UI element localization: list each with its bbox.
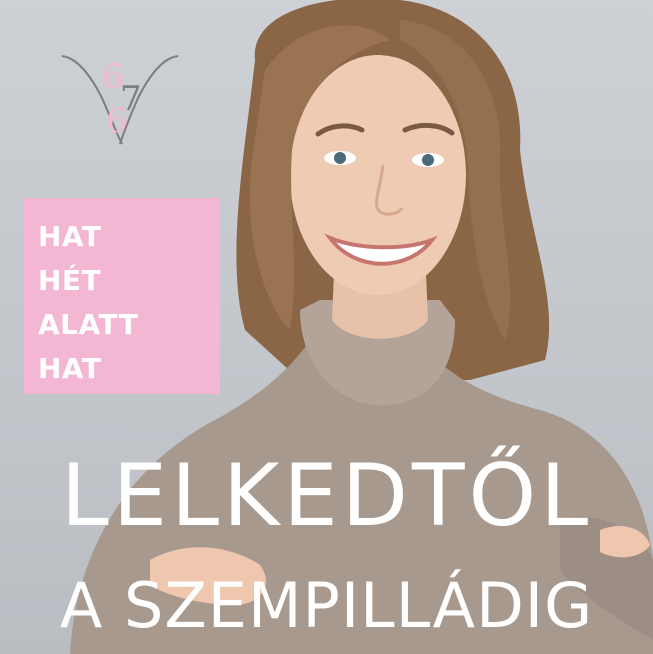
tagline-line: HAT (38, 220, 102, 253)
tagline-line: ALATT (38, 308, 139, 341)
brand-logo: 6 7 6 (61, 55, 179, 145)
tagline-line: HAT (38, 352, 102, 385)
headline-line-2: A SZEMPILLÁDIG (59, 569, 594, 642)
tagline-box: HAT HÉT ALATT HAT (24, 198, 220, 394)
tagline-line: HÉT (38, 264, 102, 297)
headline-line-1: LELKEDTŐL (60, 446, 593, 546)
logo-digit-bottom: 6 (106, 101, 128, 141)
